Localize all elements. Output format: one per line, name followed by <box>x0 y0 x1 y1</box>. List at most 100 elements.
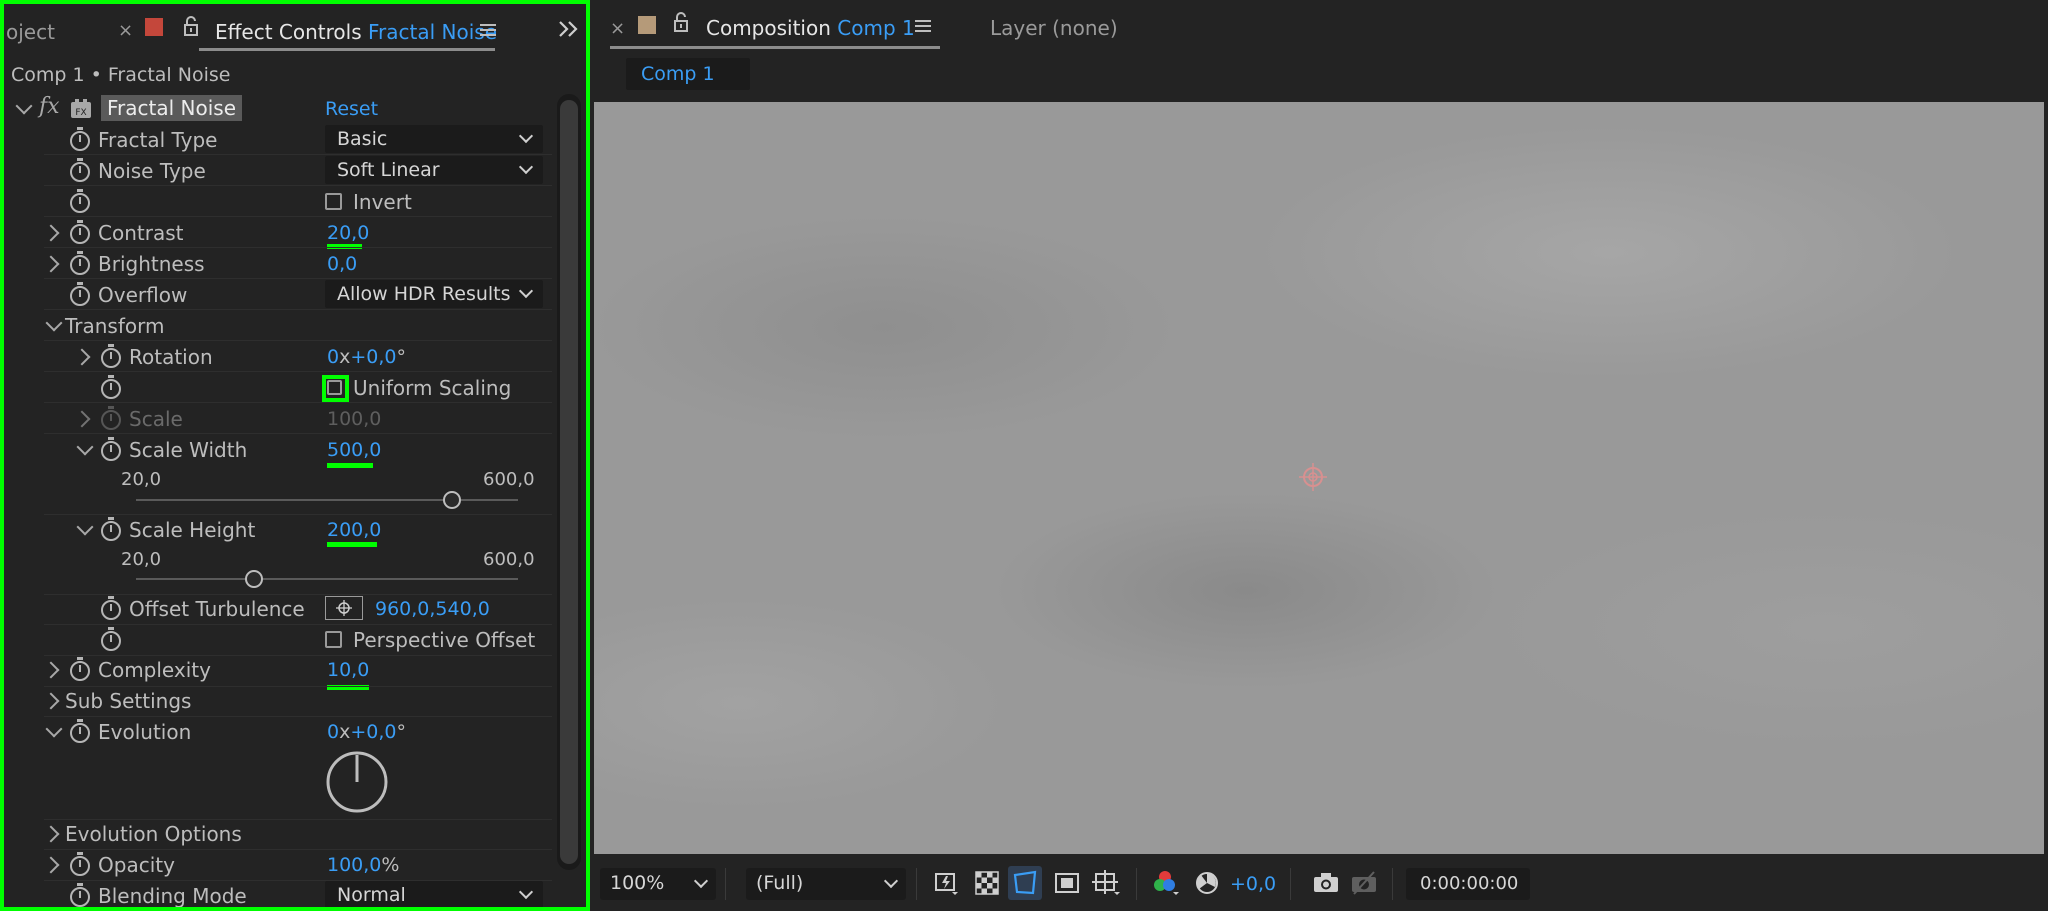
blending-mode-dropdown[interactable]: Normal <box>325 881 543 907</box>
effect-controls-tab-label: Effect Controls <box>215 20 362 44</box>
stopwatch-icon[interactable] <box>70 282 90 306</box>
lock-icon[interactable] <box>672 12 692 34</box>
chevron-right-icon[interactable] <box>73 410 91 428</box>
offset-turbulence-value[interactable]: 960,0,540,0 <box>375 598 490 620</box>
uniform-scaling-checkbox[interactable] <box>327 380 342 395</box>
effect-controls-panel: oject × Effect Controls Fractal Noise Co… <box>0 0 590 911</box>
evolution-degrees[interactable]: +0,0 <box>350 721 396 743</box>
stopwatch-icon[interactable] <box>70 719 90 743</box>
sub-settings-row[interactable]: Sub Settings <box>4 686 552 716</box>
slider-knob[interactable] <box>245 570 264 588</box>
chevron-right-icon[interactable] <box>42 825 60 843</box>
stopwatch-icon[interactable] <box>101 517 121 541</box>
stopwatch-icon[interactable] <box>70 852 90 876</box>
comp-navigator-tab[interactable]: Comp 1 <box>626 58 750 90</box>
rotation-revolutions[interactable]: 0 <box>327 346 339 368</box>
effect-controls-tab[interactable]: Effect Controls Fractal Noise <box>215 20 497 44</box>
panel-overflow-icon[interactable] <box>558 20 580 38</box>
evolution-separator: x <box>339 721 351 743</box>
svg-text:FX: FX <box>75 108 86 118</box>
exposure-value[interactable]: +0,0 <box>1230 873 1276 895</box>
chevron-right-icon[interactable] <box>42 255 60 273</box>
contrast-value[interactable]: 20,0 <box>327 222 369 244</box>
layer-tab[interactable]: Layer (none) <box>990 16 1118 40</box>
chevron-right-icon[interactable] <box>73 348 91 366</box>
chevron-down-icon[interactable] <box>15 97 33 115</box>
stopwatch-icon[interactable] <box>101 437 121 461</box>
project-tab[interactable]: oject <box>6 20 55 44</box>
stopwatch-icon[interactable] <box>70 158 90 182</box>
scale-height-slider[interactable] <box>136 570 518 590</box>
scrollbar-thumb[interactable] <box>560 100 578 864</box>
chevron-right-icon[interactable] <box>42 661 60 679</box>
scale-width-slider[interactable] <box>136 491 518 511</box>
anchor-point-icon[interactable] <box>1298 462 1328 492</box>
fx-icon[interactable]: fx <box>39 94 60 119</box>
stopwatch-icon[interactable] <box>70 883 90 907</box>
fast-previews-icon[interactable] <box>934 870 960 896</box>
region-of-interest-icon[interactable] <box>1054 870 1080 896</box>
stopwatch-icon[interactable] <box>70 251 90 275</box>
slider-knob[interactable] <box>442 491 461 509</box>
close-icon[interactable]: × <box>118 20 133 41</box>
reset-button[interactable]: Reset <box>325 98 378 120</box>
scale-height-value[interactable]: 200,0 <box>327 519 381 541</box>
noise-type-row: Noise Type Soft Linear <box>4 156 552 186</box>
close-icon[interactable]: × <box>610 18 625 39</box>
stopwatch-icon[interactable] <box>101 344 121 368</box>
row-divider <box>44 216 552 217</box>
panel-menu-icon[interactable] <box>915 18 931 32</box>
stopwatch-icon[interactable] <box>70 189 90 213</box>
toolbar-divider <box>1392 868 1393 900</box>
perspective-offset-checkbox[interactable] <box>325 631 342 648</box>
stopwatch-icon[interactable] <box>70 127 90 151</box>
brightness-value[interactable]: 0,0 <box>327 253 357 275</box>
evolution-options-label: Evolution Options <box>65 822 242 846</box>
chevron-right-icon[interactable] <box>42 856 60 874</box>
label-color-swatch[interactable] <box>145 18 163 36</box>
color-channels-icon[interactable] <box>1152 870 1179 896</box>
zoom-dropdown[interactable]: 100% <box>600 868 716 900</box>
composition-tab[interactable]: Composition Comp 1 <box>706 16 915 40</box>
fractal-type-dropdown[interactable]: Basic <box>325 125 543 153</box>
stopwatch-icon[interactable] <box>101 596 121 620</box>
transparency-grid-icon[interactable] <box>974 870 1000 896</box>
complexity-value[interactable]: 10,0 <box>327 659 369 681</box>
noise-type-dropdown[interactable]: Soft Linear <box>325 156 543 184</box>
chevron-down-icon[interactable] <box>45 720 63 738</box>
lock-icon[interactable] <box>182 16 202 38</box>
show-snapshot-icon[interactable] <box>1350 870 1376 896</box>
mask-path-visibility-icon[interactable] <box>1008 866 1042 900</box>
stopwatch-icon[interactable] <box>70 657 90 681</box>
effect-preset-icon[interactable]: FX <box>70 98 92 120</box>
overflow-dropdown[interactable]: Allow HDR Results <box>325 280 543 308</box>
chevron-right-icon[interactable] <box>42 224 60 242</box>
stopwatch-icon[interactable] <box>101 627 121 651</box>
color-management-icon[interactable] <box>1194 870 1220 896</box>
uniform-scaling-label: Uniform Scaling <box>353 376 512 400</box>
stopwatch-icon[interactable] <box>101 375 121 399</box>
chevron-down-icon[interactable] <box>45 314 63 332</box>
evolution-options-row[interactable]: Evolution Options <box>4 819 552 849</box>
chevron-right-icon[interactable] <box>42 692 60 710</box>
transform-group-row[interactable]: Transform <box>4 311 552 341</box>
resolution-dropdown[interactable]: (Full) <box>746 868 906 900</box>
scale-width-value[interactable]: 500,0 <box>327 439 381 461</box>
camera-snapshot-icon[interactable] <box>1312 870 1338 896</box>
opacity-number[interactable]: 100,0 <box>327 854 381 876</box>
current-time-display[interactable]: 0:00:00:00 <box>1406 868 1530 900</box>
stopwatch-icon[interactable] <box>70 220 90 244</box>
crosshair-point-icon[interactable] <box>325 596 363 620</box>
evolution-angle-dial[interactable] <box>325 750 389 814</box>
effect-name[interactable]: Fractal Noise <box>101 95 243 121</box>
chevron-down-icon[interactable] <box>76 438 94 456</box>
rotation-degrees[interactable]: +0,0 <box>350 346 396 368</box>
chevron-down-icon[interactable] <box>76 518 94 536</box>
comp-color-swatch[interactable] <box>638 16 656 34</box>
row-divider <box>44 433 552 434</box>
evolution-revolutions[interactable]: 0 <box>327 721 339 743</box>
invert-checkbox[interactable] <box>325 193 342 210</box>
grid-guides-icon[interactable] <box>1092 870 1120 896</box>
panel-menu-icon[interactable] <box>480 22 496 36</box>
composition-viewer[interactable] <box>594 102 2044 854</box>
